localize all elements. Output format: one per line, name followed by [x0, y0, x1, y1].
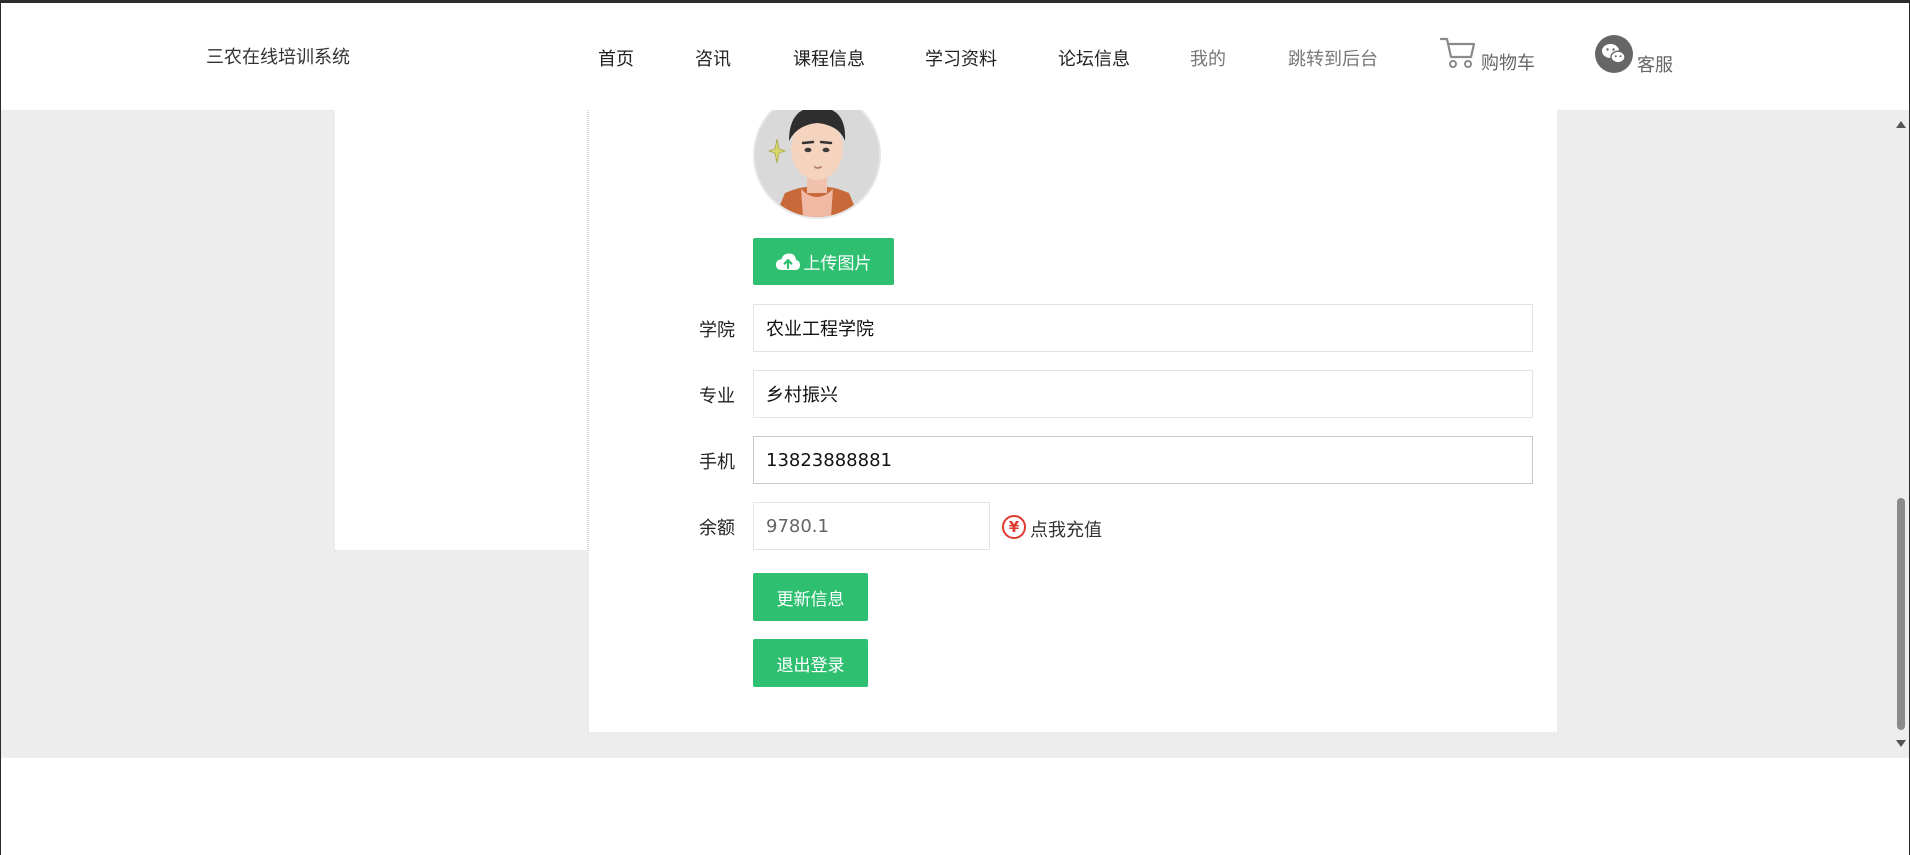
recharge-link[interactable]: ¥ 点我充值 — [1002, 512, 1102, 542]
customer-service-link[interactable]: 客服 — [1595, 35, 1673, 77]
update-info-button[interactable]: 更新信息 — [753, 573, 868, 621]
cart-icon — [1439, 35, 1477, 75]
upload-image-label: 上传图片 — [803, 254, 872, 274]
college-label: 学院 — [699, 320, 735, 341]
scroll-down-arrow[interactable] — [1896, 740, 1906, 747]
top-navigation: 三农在线培训系统 首页 咨讯 课程信息 学习资料 论坛信息 我的 跳转到后台 购… — [1, 3, 1909, 110]
recharge-label: 点我充值 — [1030, 520, 1102, 541]
site-brand[interactable]: 三农在线培训系统 — [206, 43, 350, 69]
balance-label: 余额 — [699, 518, 735, 539]
nav-courses[interactable]: 课程信息 — [793, 45, 865, 71]
nav-mine[interactable]: 我的 — [1190, 45, 1226, 71]
cart-link[interactable]: 购物车 — [1439, 35, 1535, 75]
nav-forum[interactable]: 论坛信息 — [1058, 45, 1130, 71]
college-input[interactable]: 农业工程学院 — [753, 304, 1533, 352]
nav-backend[interactable]: 跳转到后台 — [1288, 45, 1378, 71]
nav-home[interactable]: 首页 — [598, 45, 634, 71]
nav-materials[interactable]: 学习资料 — [925, 45, 997, 71]
major-label: 专业 — [699, 386, 735, 407]
wechat-icon — [1595, 35, 1633, 77]
phone-label: 手机 — [699, 452, 735, 473]
cloud-upload-icon — [775, 253, 800, 270]
page-scrollbar[interactable] — [1893, 110, 1909, 758]
nav-news[interactable]: 咨讯 — [695, 45, 731, 71]
balance-field: 9780.1 — [753, 502, 990, 550]
profile-panel — [588, 110, 1558, 733]
phone-input[interactable]: 13823888881 — [753, 436, 1533, 484]
sidebar-panel — [334, 110, 588, 551]
user-avatar — [753, 91, 881, 219]
customer-service-label: 客服 — [1637, 55, 1673, 76]
major-input[interactable]: 乡村振兴 — [753, 370, 1533, 418]
browser-viewport: 三农在线培训系统 首页 咨讯 课程信息 学习资料 论坛信息 我的 跳转到后台 购… — [0, 0, 1910, 855]
upload-image-button[interactable]: 上传图片 — [753, 238, 894, 285]
logout-button[interactable]: 退出登录 — [753, 639, 868, 687]
cart-label: 购物车 — [1481, 53, 1535, 74]
yen-icon: ¥ — [1002, 515, 1026, 539]
scroll-thumb[interactable] — [1897, 498, 1905, 730]
scroll-up-arrow[interactable] — [1896, 121, 1906, 128]
